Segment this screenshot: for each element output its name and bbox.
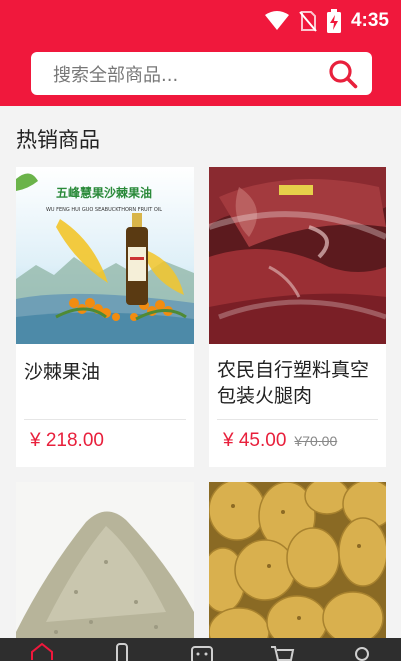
user-icon xyxy=(355,647,369,661)
bottom-tab-bar xyxy=(0,638,401,661)
category-icon xyxy=(116,643,128,661)
product-card[interactable]: 五峰慧果沙棘果油 WU FENG HUI GUO SEABUCKTHORN FR… xyxy=(16,167,194,467)
product-original-price: ¥70.00 xyxy=(294,433,338,449)
search-button[interactable] xyxy=(322,52,364,95)
product-image xyxy=(209,167,386,344)
product-name: 农民自行塑料真空包装火腿肉 xyxy=(217,359,370,407)
product-image xyxy=(209,482,386,652)
home-icon xyxy=(31,642,53,660)
app-screen: 4:35 搜索全部商品... 热销商品 五峰慧果沙棘果油 WU FENG HUI… xyxy=(0,0,401,661)
section-title: 热销商品 xyxy=(16,128,100,152)
cart-icon xyxy=(271,646,295,661)
wifi-icon xyxy=(264,11,289,30)
search-bar[interactable]: 搜索全部商品... xyxy=(31,52,372,95)
header: 搜索全部商品... xyxy=(0,40,401,106)
product-name: 沙棘果油 xyxy=(24,361,101,383)
product-image: 五峰慧果沙棘果油 WU FENG HUI GUO SEABUCKTHORN FR… xyxy=(16,167,194,344)
status-time: 4:35 xyxy=(350,10,389,31)
product-price: ¥ 218.00 xyxy=(30,430,104,451)
tab-category[interactable] xyxy=(102,638,142,661)
battery-charging-icon xyxy=(326,9,341,33)
product-image xyxy=(16,482,194,652)
search-input[interactable]: 搜索全部商品... xyxy=(53,61,322,87)
no-sim-icon xyxy=(299,11,317,32)
price-row: ¥ 45.00 ¥70.00 xyxy=(223,430,337,452)
product-image-brand-text: 五峰慧果沙棘果油 xyxy=(56,185,152,200)
search-icon xyxy=(329,59,358,88)
product-card[interactable]: 农民自行塑料真空包装火腿肉 ¥ 45.00 ¥70.00 xyxy=(209,167,386,467)
card-divider xyxy=(217,419,378,420)
price-row: ¥ 218.00 xyxy=(30,430,104,452)
product-image-subtext: WU FENG HUI GUO SEABUCKTHORN FRUIT OIL xyxy=(46,207,162,213)
tab-user[interactable] xyxy=(342,638,382,661)
tab-home[interactable] xyxy=(22,638,62,661)
product-price: ¥ 45.00 xyxy=(223,430,287,451)
status-icons: 4:35 xyxy=(264,8,389,34)
tab-message[interactable] xyxy=(182,638,222,661)
product-card[interactable] xyxy=(209,482,386,652)
status-bar: 4:35 xyxy=(0,0,401,40)
message-icon xyxy=(191,646,213,661)
tab-cart[interactable] xyxy=(262,638,302,661)
product-card[interactable] xyxy=(16,482,194,652)
card-divider xyxy=(24,419,186,420)
